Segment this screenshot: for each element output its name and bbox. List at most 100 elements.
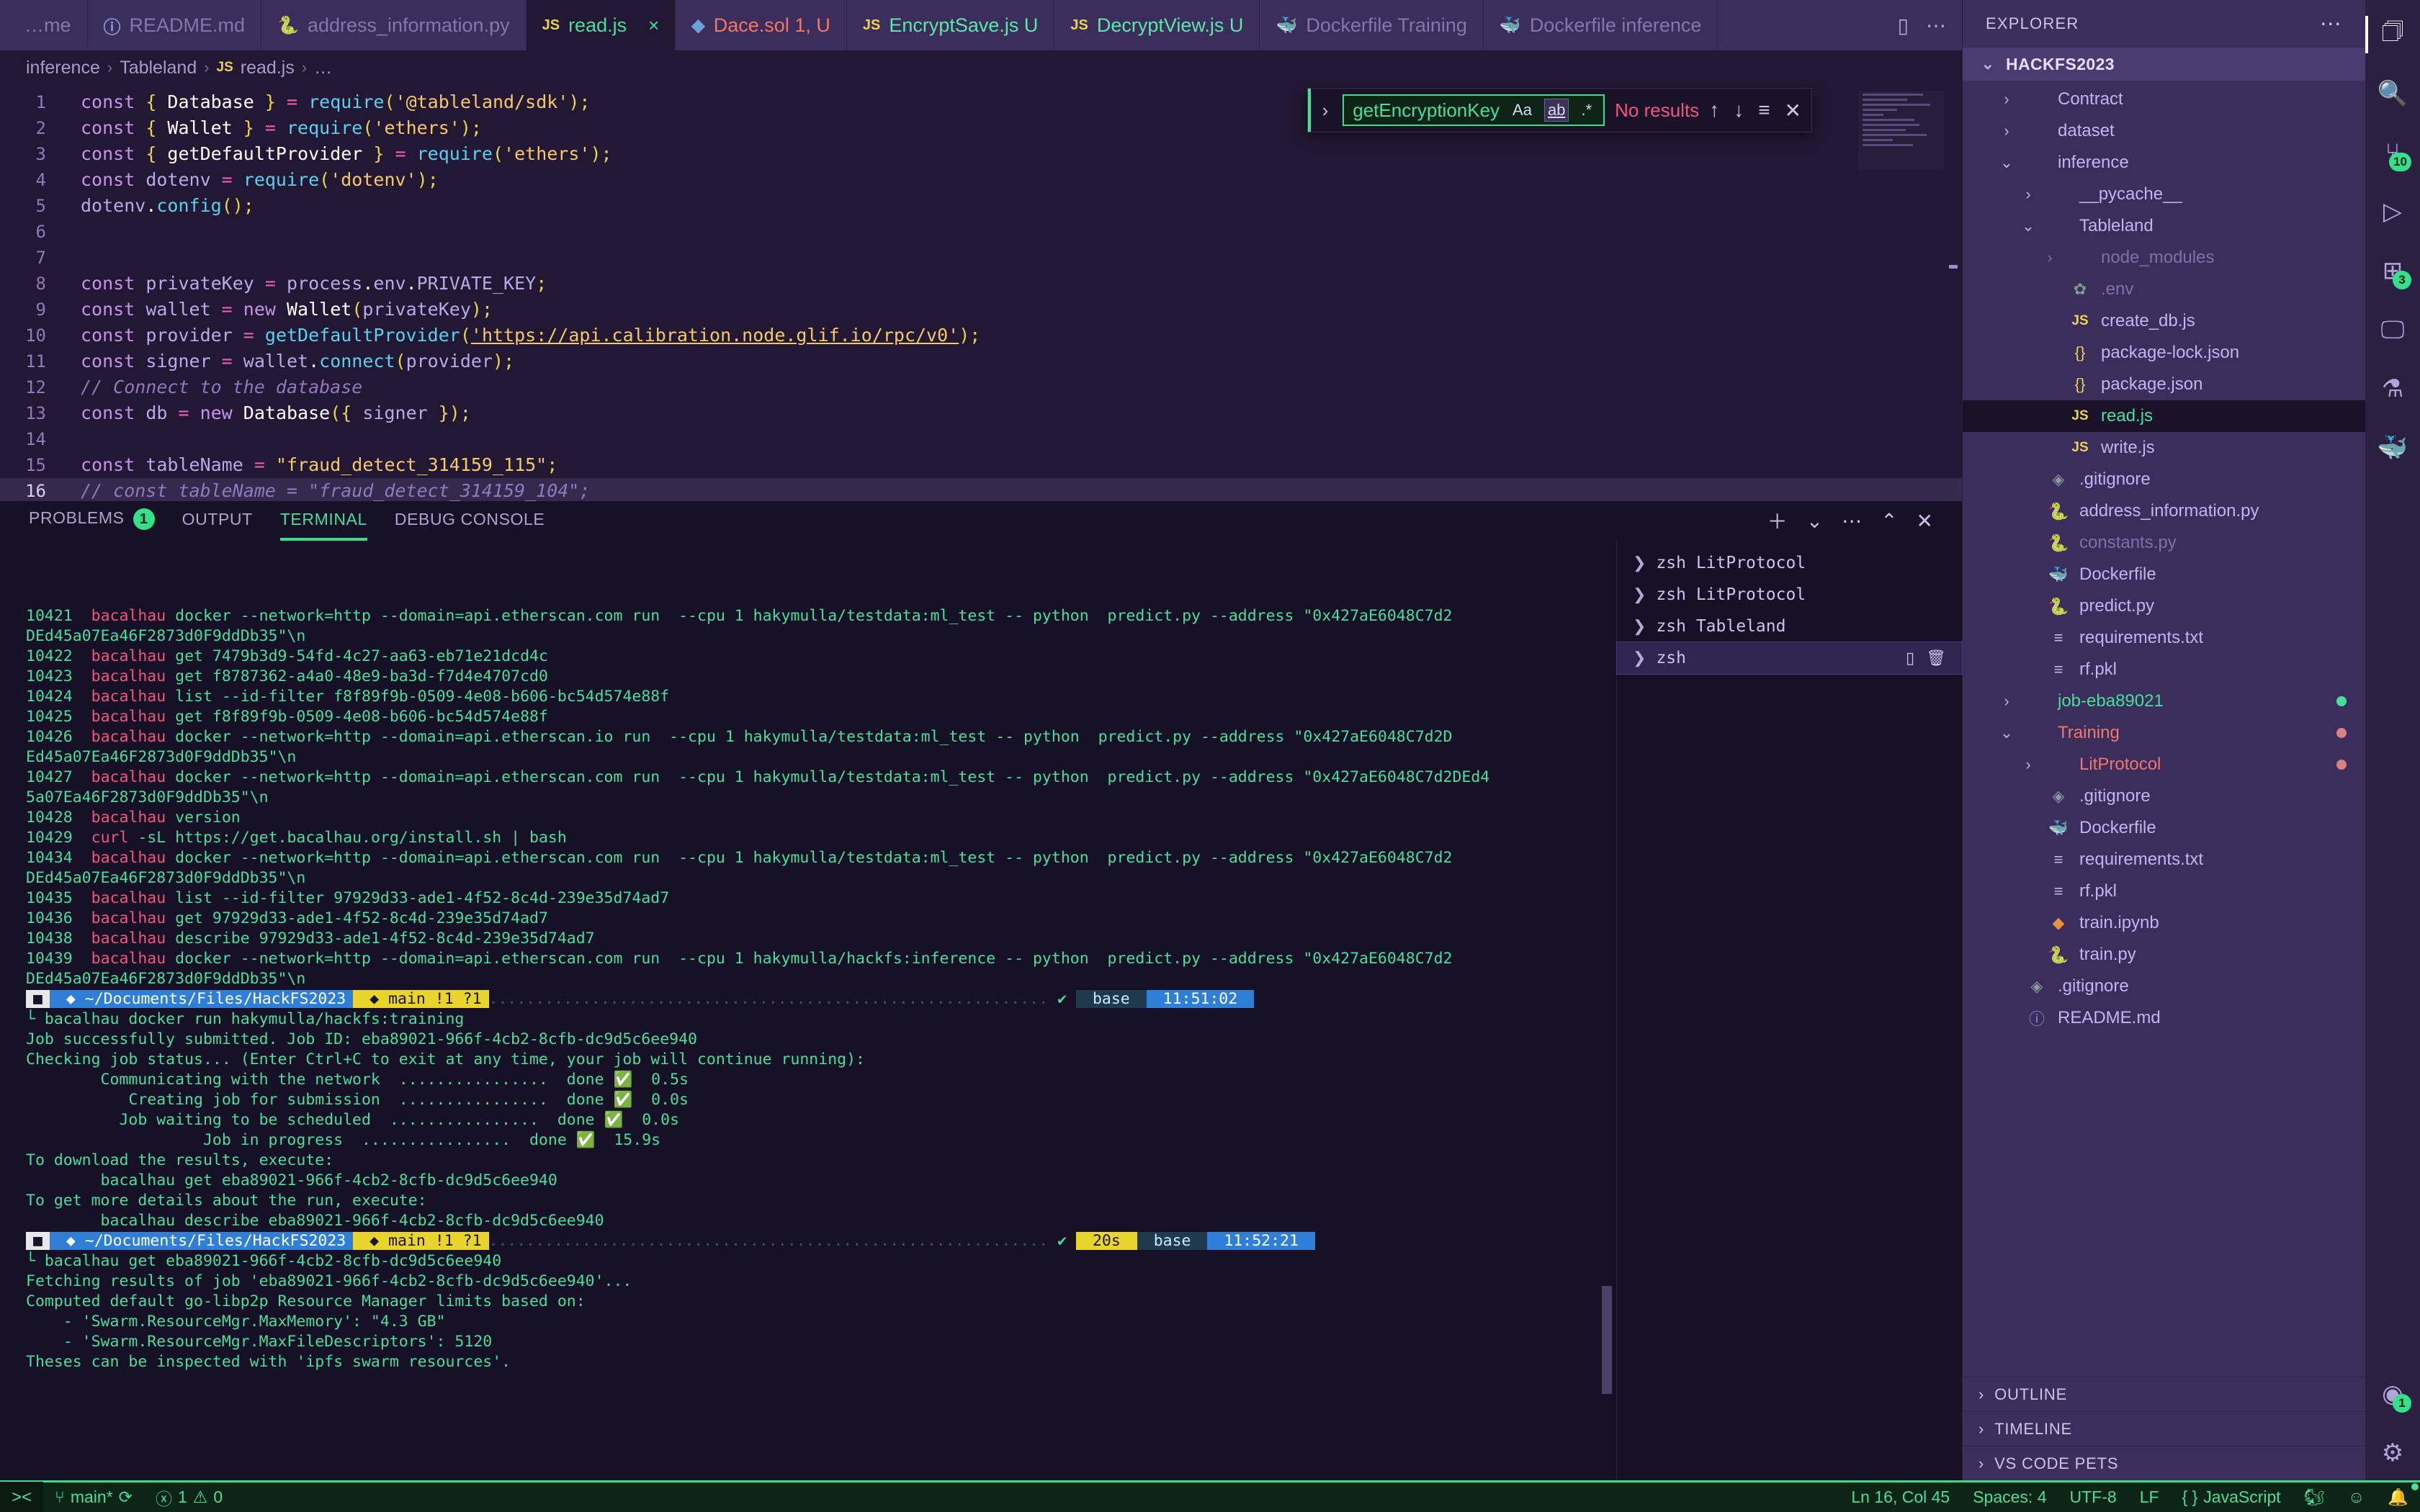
code-text[interactable]: // const tableName = "fraud_detect_31415…	[62, 478, 1962, 501]
split-editor-icon[interactable]: ▯	[1898, 14, 1909, 37]
code-line[interactable]: 6	[0, 219, 1962, 245]
code-line[interactable]: 10 const provider = getDefaultProvider('h…	[0, 323, 1962, 348]
match-case-icon[interactable]: Aa	[1510, 99, 1535, 121]
editor-tab-dockerfile[interactable]: 🐳 Dockerfile inference	[1484, 0, 1718, 50]
feedback-icon[interactable]: ☺	[2336, 1482, 2376, 1512]
find-in-selection-icon[interactable]: ≡	[1758, 99, 1770, 122]
terminal-output[interactable]: 10421 bacalhau docker --network=http --d…	[0, 540, 1616, 1480]
editor-tab-dace[interactable]: ◆ Dace.sol 1, U	[676, 0, 847, 50]
terminal-list-item[interactable]: ❯ zsh LitProtocol	[1617, 547, 1962, 579]
chevron-right-icon[interactable]: ›	[2040, 248, 2059, 267]
code-line[interactable]: 3 const { getDefaultProvider } = require(…	[0, 141, 1962, 167]
remote-indicator-icon[interactable]: ><	[0, 1481, 44, 1512]
code-text[interactable]: const { getDefaultProvider } = require('…	[62, 141, 1962, 167]
tree-item-node_modules[interactable]: › node_modules	[1963, 242, 2365, 274]
tree-item-dockerfile[interactable]: ›🐳Dockerfile	[1963, 812, 2365, 844]
notifications-bell-icon[interactable]: 🔔	[2376, 1482, 2420, 1512]
status-cursor-position[interactable]: Ln 16, Col 45	[1839, 1482, 1961, 1512]
code-line[interactable]: 16 // const tableName = "fraud_detect_314…	[0, 478, 1962, 501]
tree-item-rf.pkl[interactable]: ›≡rf.pkl	[1963, 876, 2365, 907]
chevron-right-icon[interactable]: ›	[1978, 1385, 1984, 1404]
tree-item-requirements.txt[interactable]: ›≡requirements.txt	[1963, 844, 2365, 876]
editor-tab-decryptview[interactable]: JS DecryptView.js U	[1054, 0, 1260, 50]
code-text[interactable]: // Connect to the database	[62, 374, 1962, 400]
code-text[interactable]: const dotenv = require('dotenv');	[62, 167, 1962, 193]
code-content[interactable]: 1 const { Database } = require('@tablelan…	[0, 85, 1962, 501]
tree-item-inference[interactable]: ⌄ inference	[1963, 147, 2365, 179]
overview-ruler[interactable]	[1948, 85, 1959, 501]
breadcrumb-readjs[interactable]: read.js	[241, 58, 295, 78]
status-encoding[interactable]: UTF-8	[2058, 1482, 2128, 1512]
code-text[interactable]: dotenv.config();	[62, 193, 1962, 219]
tree-item-readme.md[interactable]: ›ⓘREADME.md	[1963, 1002, 2365, 1034]
tree-item-.gitignore[interactable]: ›◈.gitignore	[1963, 780, 2365, 812]
sidebar-section-timeline[interactable]: › TIMELINE	[1963, 1411, 2365, 1446]
maximize-panel-icon[interactable]: ⌃	[1881, 509, 1897, 533]
tree-item-contract[interactable]: › Contract	[1963, 84, 2365, 115]
chevron-right-icon[interactable]: ›	[1978, 1420, 1984, 1439]
remote-explorer-icon[interactable]: 🖵	[2365, 302, 2420, 357]
chevron-right-icon[interactable]: ›	[2019, 185, 2038, 204]
code-editor[interactable]: 1 const { Database } = require('@tablelan…	[0, 85, 1962, 501]
tree-item-dataset[interactable]: › dataset	[1963, 115, 2365, 147]
chevron-down-icon[interactable]: ⌄	[2019, 217, 2038, 235]
docker-icon[interactable]: 🐳	[2365, 420, 2420, 475]
find-widget[interactable]: › getEncryptionKey Aa ab .* No results ↑…	[1307, 88, 1812, 132]
tree-item-train.ipynb[interactable]: ›◆train.ipynb	[1963, 907, 2365, 939]
more-actions-icon[interactable]: ⋯	[2320, 12, 2342, 37]
tree-item-write.js[interactable]: ›JSwrite.js	[1963, 432, 2365, 464]
explorer-root[interactable]: ⌄ HACKFS2023	[1963, 48, 2365, 81]
editor-tab-read[interactable]: JS read.js ×	[526, 0, 676, 50]
source-control-icon[interactable]: ⑂ 10	[2365, 125, 2420, 180]
tree-item-litprotocol[interactable]: › LitProtocol	[1963, 749, 2365, 780]
code-line[interactable]: 7	[0, 245, 1962, 271]
tree-item-train.py[interactable]: ›🐍train.py	[1963, 939, 2365, 971]
editor-tab-readme[interactable]: ⓘ README.md	[88, 0, 262, 50]
code-text[interactable]: const tableName = "fraud_detect_314159_1…	[62, 452, 1962, 478]
chevron-down-icon[interactable]: ⌄	[1806, 509, 1823, 533]
code-text[interactable]: const provider = getDefaultProvider('htt…	[62, 323, 1962, 348]
chevron-right-icon[interactable]: ›	[1997, 122, 2016, 140]
explorer-icon[interactable]: 🗇	[2365, 7, 2420, 62]
tree-item-predict.py[interactable]: ›🐍predict.py	[1963, 590, 2365, 622]
tree-item-tableland[interactable]: ⌄ Tableland	[1963, 210, 2365, 242]
sync-icon[interactable]: ⟳	[119, 1488, 133, 1507]
code-line[interactable]: 4 const dotenv = require('dotenv');	[0, 167, 1962, 193]
tree-item-constants.py[interactable]: ›🐍constants.py	[1963, 527, 2365, 559]
run-debug-icon[interactable]: ▷	[2365, 184, 2420, 239]
code-text[interactable]: const wallet = new Wallet(privateKey);	[62, 297, 1962, 323]
chevron-down-icon[interactable]: ⌄	[1978, 55, 1997, 73]
more-actions-icon[interactable]: ⋯	[1842, 509, 1862, 533]
panel-tab-problems[interactable]: PROBLEMS 1	[29, 508, 155, 533]
editor-tab-dockerfile[interactable]: 🐳 Dockerfile Training	[1260, 0, 1484, 50]
chevron-right-icon[interactable]: ›	[1997, 692, 2016, 711]
tree-item-requirements.txt[interactable]: ›≡requirements.txt	[1963, 622, 2365, 654]
tree-item-training[interactable]: ⌄ Training	[1963, 717, 2365, 749]
tree-item-job-eba89021[interactable]: › job-eba89021	[1963, 685, 2365, 717]
breadcrumb-inference[interactable]: inference	[26, 58, 100, 78]
sidebar-section-vs-code-pets[interactable]: › VS CODE PETS	[1963, 1446, 2365, 1480]
status-indentation[interactable]: Spaces: 4	[1961, 1482, 2058, 1512]
code-text[interactable]: const privateKey = process.env.PRIVATE_K…	[62, 271, 1962, 297]
vscode-pets-icon[interactable]: 🐿	[2293, 1482, 2336, 1512]
minimap[interactable]	[1858, 91, 1945, 170]
code-line[interactable]: 14	[0, 426, 1962, 452]
chevron-right-icon[interactable]: ›	[1978, 1454, 1984, 1473]
search-icon[interactable]: 🔍	[2365, 66, 2420, 121]
tree-item-package.json[interactable]: ›{}package.json	[1963, 369, 2365, 400]
close-panel-icon[interactable]: ✕	[1917, 509, 1933, 533]
chevron-right-icon[interactable]: ›	[1997, 90, 2016, 109]
use-regex-icon[interactable]: .*	[1578, 99, 1595, 121]
file-tree[interactable]: › Contract › dataset ⌄ inference › __pycache__ ⌄…	[1963, 81, 2365, 1377]
code-line[interactable]: 13 const db = new Database({ signer });	[0, 400, 1962, 426]
code-line[interactable]: 11 const signer = wallet.connect(provider…	[0, 348, 1962, 374]
terminal-list-item[interactable]: ❯ zsh Tableland	[1617, 611, 1962, 642]
close-icon[interactable]: ✕	[1785, 99, 1801, 122]
code-line[interactable]: 5 dotenv.config();	[0, 193, 1962, 219]
more-actions-icon[interactable]: ⋯	[1926, 14, 1946, 37]
chevron-down-icon[interactable]: ⌄	[1997, 724, 2016, 742]
breadcrumb-tableland[interactable]: Tableland	[120, 58, 197, 78]
code-text[interactable]: const signer = wallet.connect(provider);	[62, 348, 1962, 374]
code-line[interactable]: 9 const wallet = new Wallet(privateKey);	[0, 297, 1962, 323]
tree-item-rf.pkl[interactable]: ›≡rf.pkl	[1963, 654, 2365, 685]
